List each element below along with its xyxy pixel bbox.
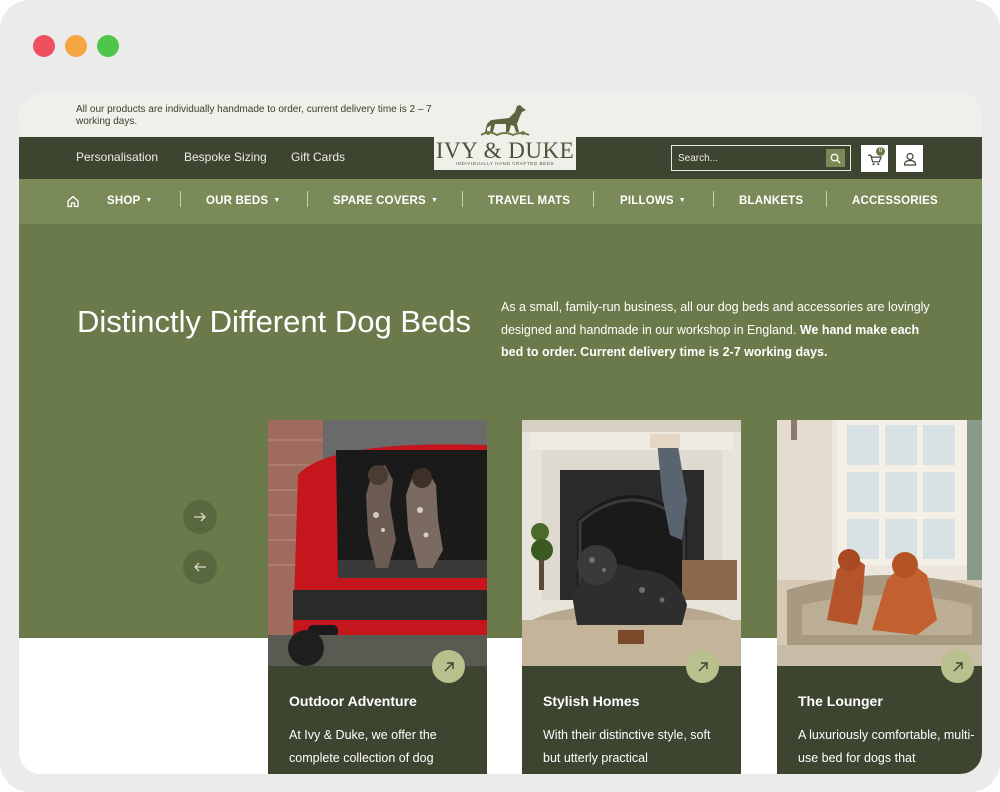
category-card-the-lounger[interactable]: The Lounger A luxuriously comfortable, m… [777, 420, 982, 774]
link-gift-cards[interactable]: Gift Cards [291, 150, 345, 164]
card-link-button[interactable] [686, 650, 719, 683]
cart-count-badge: 0 [876, 147, 885, 156]
hero-title: Distinctly Different Dog Beds [77, 304, 471, 339]
card-title: Stylish Homes [543, 693, 640, 709]
carousel-prev-button[interactable] [183, 550, 217, 584]
card-image-dogs-in-car [268, 420, 487, 666]
card-title: Outdoor Adventure [289, 693, 417, 709]
nav-pillows[interactable]: PILLOWS ▼ [620, 195, 686, 207]
nav-divider [713, 191, 714, 207]
nav-divider [462, 191, 463, 207]
home-icon[interactable] [66, 194, 80, 208]
nav-divider [307, 191, 308, 207]
dog-logo-icon [480, 105, 530, 137]
hero-description: As a small, family-run business, all our… [501, 300, 930, 359]
chevron-down-icon: ▼ [430, 197, 439, 204]
window-minimize-dot[interactable] [65, 35, 87, 57]
card-link-button[interactable] [432, 650, 465, 683]
page-viewport: All our products are individually handma… [19, 94, 982, 774]
nav-divider [593, 191, 594, 207]
search-button[interactable] [826, 149, 845, 167]
logo-tagline: INDIVIDUALLY HAND CRAFTED BEDS [455, 161, 555, 166]
arrow-right-icon [194, 512, 206, 522]
search-box [671, 145, 851, 171]
chevron-down-icon: ▼ [145, 197, 153, 204]
nav-accessories[interactable]: ACCESSORIES [852, 195, 938, 207]
card-description: A luxuriously comfortable, multi-use bed… [798, 728, 975, 765]
nav-divider [826, 191, 827, 207]
nav-spare-covers[interactable]: SPARE COVERS ▼ [333, 195, 438, 207]
card-image-dogs-on-lounger [777, 420, 982, 666]
arrow-up-right-icon [953, 661, 963, 671]
arrow-up-right-icon [444, 661, 454, 671]
browser-window: All our products are individually handma… [0, 0, 1000, 792]
window-close-dot[interactable] [33, 35, 55, 57]
site-logo[interactable]: IVY & DUKE INDIVIDUALLY HAND CRAFTED BED… [434, 102, 576, 170]
card-link-button[interactable] [941, 650, 974, 683]
category-card-outdoor-adventure[interactable]: Outdoor Adventure At Ivy & Duke, we offe… [268, 420, 487, 774]
chevron-down-icon: ▼ [273, 197, 281, 204]
link-personalisation[interactable]: Personalisation [76, 150, 158, 164]
nav-our-beds[interactable]: OUR BEDS ▼ [206, 195, 280, 207]
search-input[interactable] [678, 150, 818, 166]
nav-shop[interactable]: SHOP ▼ [107, 195, 153, 207]
user-icon [903, 152, 916, 166]
cart-button[interactable]: 0 [861, 145, 888, 172]
main-navigation: SHOP ▼ OUR BEDS ▼ SPARE COVERS ▼ TRAVEL MAT… [19, 179, 982, 224]
nav-blankets[interactable]: BLANKETS [739, 195, 803, 207]
carousel-next-button[interactable] [183, 500, 217, 534]
card-description: With their distinctive style, soft but u… [543, 728, 711, 765]
window-maximize-dot[interactable] [97, 35, 119, 57]
category-card-stylish-homes[interactable]: Stylish Homes With their distinctive sty… [522, 420, 741, 774]
nav-divider [180, 191, 181, 207]
account-button[interactable] [896, 145, 923, 172]
search-icon [830, 153, 841, 164]
nav-travel-mats[interactable]: TRAVEL MATS [488, 195, 570, 207]
delivery-notice: All our products are individually handma… [76, 104, 432, 127]
arrow-left-icon [194, 562, 206, 572]
card-description: At Ivy & Duke, we offer the complete col… [289, 728, 437, 765]
arrow-up-right-icon [698, 661, 708, 671]
card-image-dog-by-fireplace [522, 420, 741, 666]
chevron-down-icon: ▼ [678, 197, 686, 204]
link-bespoke-sizing[interactable]: Bespoke Sizing [184, 150, 267, 164]
card-title: The Lounger [798, 693, 883, 709]
